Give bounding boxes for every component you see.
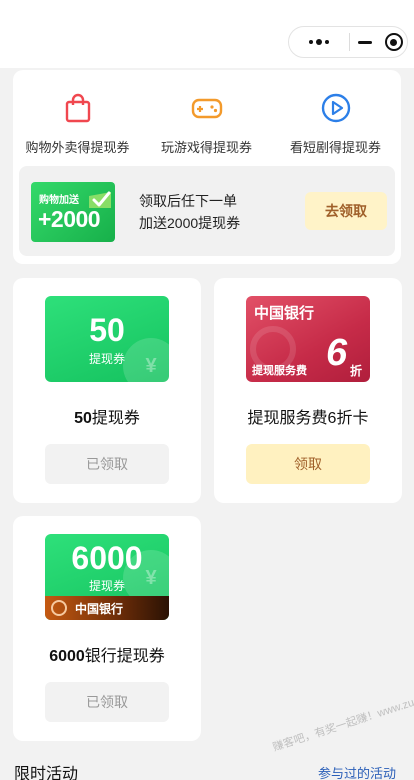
voucher-name: 6000银行提现券 xyxy=(49,648,165,665)
category-label: 看短剧得提现券 xyxy=(289,140,381,155)
minimize-icon[interactable] xyxy=(350,40,380,44)
voucher-name: 50提现券 xyxy=(74,410,140,427)
play-circle-icon xyxy=(321,93,350,123)
fee-label: 提现服务费 xyxy=(252,365,307,377)
bank-name: 中国银行 xyxy=(75,602,124,616)
category-label: 玩游戏得提现券 xyxy=(160,140,252,155)
discount-unit: 折 xyxy=(350,364,363,378)
voucher-6000-image: 6000 提现券 ¥ 中国银行 xyxy=(45,534,169,620)
more-options-icon[interactable] xyxy=(289,27,349,57)
participated-activities-link[interactable]: 参与过的活动 xyxy=(318,763,396,780)
promo-description: 领取后任下一单 加送2000提现券 xyxy=(139,190,240,234)
checkmark-icon xyxy=(89,191,111,208)
category-short-drama[interactable]: 看短剧得提现券 xyxy=(271,92,400,156)
bonus-promo-banner: 购物加送 +2000 领取后任下一单 加送2000提现券 去领取 xyxy=(19,166,395,256)
ticket-tag: 购物加送 xyxy=(39,195,79,206)
bank-strip: 中国银行 xyxy=(45,596,169,620)
fee-discount-image: 中国银行 提现服务费 6 折 xyxy=(246,296,370,382)
discount-number: 6 xyxy=(326,332,348,374)
boc-logo-icon xyxy=(51,600,67,616)
claimed-button[interactable]: 已领取 xyxy=(45,682,169,722)
voucher-card-fee-discount: 中国银行 提现服务费 6 折 提现服务费6折卡 领取 xyxy=(214,278,402,503)
shopping-bag-icon xyxy=(65,93,90,123)
voucher-card-50: 50 提现券 ¥ 50提现券 已领取 xyxy=(13,278,201,503)
voucher-card-6000: 6000 提现券 ¥ 中国银行 6000银行提现券 已领取 xyxy=(13,516,201,741)
category-shopping[interactable]: 购物外卖得提现券 xyxy=(13,92,142,156)
bank-name: 中国银行 xyxy=(254,305,315,322)
watermark: 赚客吧，有奖一起赚！www.zuanke8.com xyxy=(271,680,414,754)
promo-desc-line2: 加送2000提现券 xyxy=(139,215,241,231)
claim-button[interactable]: 领取 xyxy=(246,444,370,484)
bonus-ticket-image: 购物加送 +2000 xyxy=(31,182,115,242)
gamepad-icon xyxy=(191,98,222,119)
category-games[interactable]: 玩游戏得提现券 xyxy=(142,92,271,156)
mini-program-navbar xyxy=(0,0,414,68)
promo-desc-line1: 领取后任下一单 xyxy=(139,193,237,209)
capsule-menu xyxy=(288,26,408,58)
category-label: 购物外卖得提现券 xyxy=(25,140,130,155)
close-program-icon[interactable] xyxy=(380,33,407,51)
voucher-50-image: 50 提现券 ¥ xyxy=(45,296,169,382)
claimed-button[interactable]: 已领取 xyxy=(45,444,169,484)
task-category-panel: 购物外卖得提现券 玩游戏得提现券 看短剧得提现券 购物加送 +2000 领取后任… xyxy=(13,70,401,264)
section-title: 限时活动 xyxy=(14,766,79,780)
claim-promo-button[interactable]: 去领取 xyxy=(305,192,387,230)
voucher-name: 提现服务费6折卡 xyxy=(247,410,369,427)
